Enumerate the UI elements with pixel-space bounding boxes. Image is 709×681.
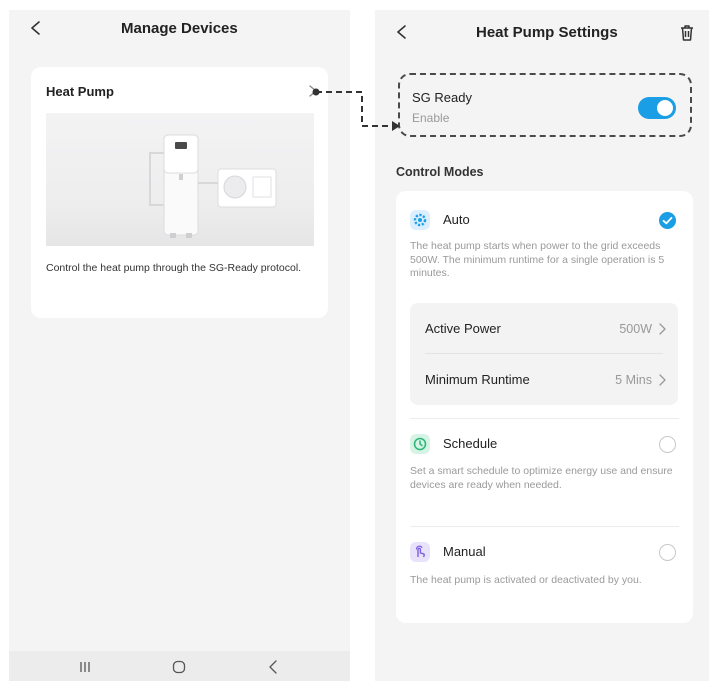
auto-params-group: Active Power 500W Minimum Runtime 5 Mins [410,303,678,405]
page-title: Manage Devices [121,20,238,37]
mode-label-auto: Auto [443,212,470,227]
chevron-right-icon[interactable] [658,374,666,386]
section-title: Control Modes [396,165,484,179]
heat-pump-image [46,113,314,246]
heat-pump-settings-screen: Heat Pump Settings SG Ready Enable Contr… [375,10,709,681]
clock-icon [410,434,430,454]
page-title: Heat Pump Settings [476,24,618,41]
device-description: Control the heat pump through the SG-Rea… [46,262,302,274]
control-modes-card: Auto The heat pump starts when power to … [396,191,693,623]
param-label-active-power: Active Power [425,321,501,336]
divider [425,353,663,354]
chevron-right-icon[interactable] [658,323,666,335]
divider [410,526,679,527]
param-value-minimum-runtime[interactable]: 5 Mins [615,373,652,387]
gear-icon [410,210,430,230]
back-arrow-icon[interactable] [395,25,409,39]
mode-description-auto: The heat pump starts when power to the g… [410,240,665,279]
radio-auto[interactable] [659,212,676,229]
param-value-active-power[interactable]: 500W [619,322,652,336]
divider [410,418,679,419]
hand-tap-icon [410,542,430,562]
chevron-right-icon[interactable] [307,85,319,97]
sg-ready-sublabel: Enable [412,111,450,125]
system-back-icon[interactable] [266,659,282,675]
mode-label-manual: Manual [443,544,486,559]
mode-label-schedule: Schedule [443,436,498,451]
home-icon[interactable] [171,659,187,675]
system-nav-bar [9,651,350,681]
device-card-heat-pump[interactable]: Heat Pump Control the heat pump through … [31,67,328,318]
toggle-knob [657,100,673,116]
sg-ready-row: SG Ready Enable [398,73,692,137]
radio-manual[interactable] [659,544,676,561]
recent-apps-icon[interactable] [77,659,93,675]
sg-ready-toggle[interactable] [638,97,676,119]
mode-description-manual: The heat pump is activated or deactivate… [410,574,642,586]
trash-icon[interactable] [679,24,695,42]
mode-description-schedule: Set a smart schedule to optimize energy … [410,465,673,491]
device-name: Heat Pump [46,84,114,99]
manage-devices-screen: Manage Devices Heat Pump Control the hea… [9,10,350,681]
sg-ready-label: SG Ready [412,90,472,105]
back-arrow-icon[interactable] [29,21,43,35]
radio-schedule[interactable] [659,436,676,453]
param-label-minimum-runtime: Minimum Runtime [425,372,530,387]
